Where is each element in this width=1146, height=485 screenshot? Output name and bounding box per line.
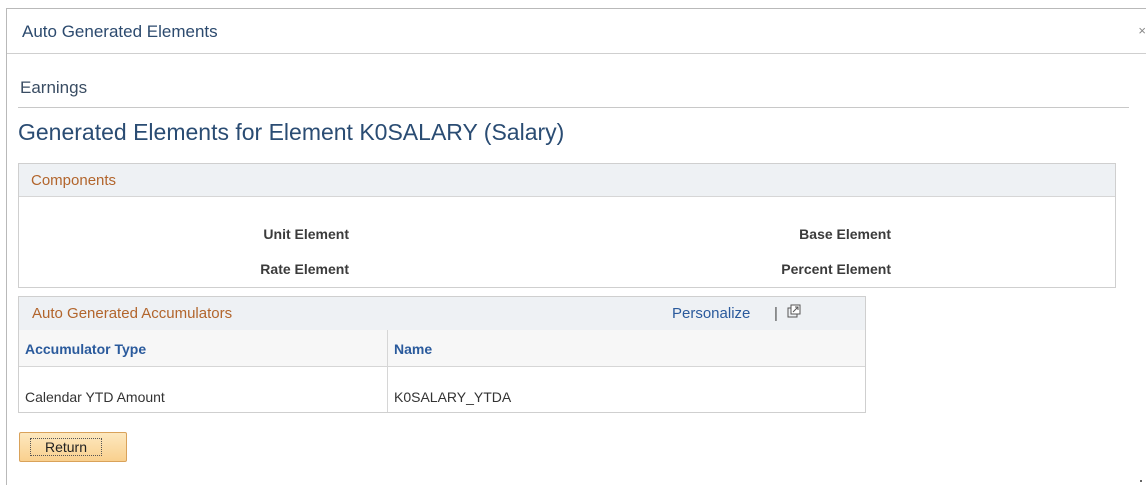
divider — [18, 107, 1129, 108]
link-separator: | — [774, 305, 778, 322]
return-button-label: Return — [30, 438, 102, 456]
column-header-accumulator-type[interactable]: Accumulator Type — [19, 330, 387, 367]
column-header-label: Accumulator Type — [25, 341, 147, 357]
return-button[interactable]: Return — [19, 432, 127, 462]
page-title: Generated Elements for Element K0SALARY … — [18, 119, 565, 145]
components-group: Components Unit Element Base Element Rat… — [18, 163, 1116, 288]
accumulators-title: Auto Generated Accumulators — [32, 305, 233, 322]
components-header: Components — [19, 164, 1115, 197]
table-cell-accumulator-type: Calendar YTD Amount — [25, 389, 165, 405]
rate-element-label: Rate Element — [260, 261, 349, 277]
modal-header: Auto Generated Elements × — [7, 9, 1146, 54]
column-header-label: Name — [394, 341, 433, 357]
page-subtitle: Earnings — [20, 78, 88, 97]
column-divider — [387, 330, 388, 412]
modal-title: Auto Generated Elements — [22, 22, 218, 41]
table-cell-name: K0SALARY_YTDA — [394, 389, 512, 405]
new-window-icon[interactable] — [787, 304, 801, 318]
percent-element-label: Percent Element — [781, 261, 891, 277]
close-icon[interactable]: × — [1132, 23, 1146, 39]
resize-handle[interactable] — [1140, 480, 1142, 482]
personalize-link[interactable]: Personalize — [672, 305, 750, 322]
modal-window: Auto Generated Elements × Earnings Gener… — [6, 8, 1146, 485]
base-element-label: Base Element — [799, 226, 891, 242]
column-header-name[interactable]: Name — [388, 330, 865, 367]
unit-element-label: Unit Element — [263, 226, 349, 242]
accumulators-grid: Auto Generated Accumulators Personalize … — [18, 296, 866, 413]
accumulators-header: Auto Generated Accumulators Personalize … — [19, 297, 865, 331]
components-title: Components — [31, 172, 117, 189]
